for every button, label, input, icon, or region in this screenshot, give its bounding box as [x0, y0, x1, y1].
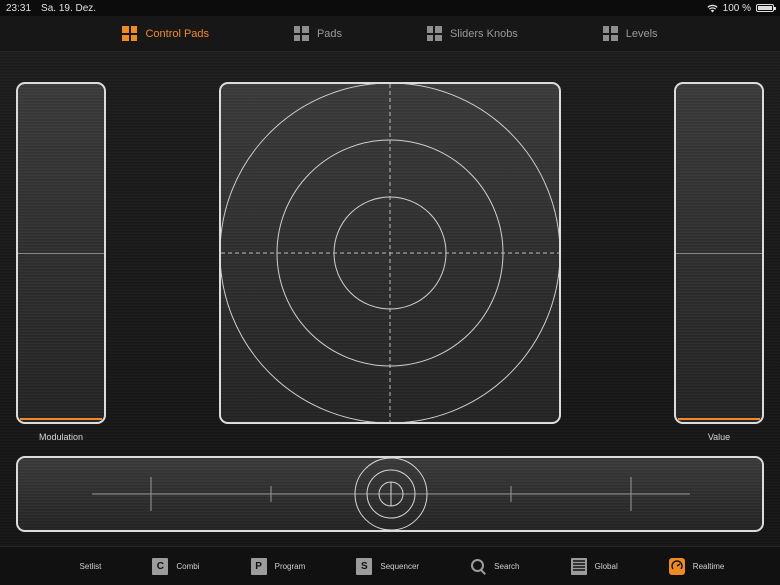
status-bar: 23:31 Sa. 19. Dez. 100 % — [0, 0, 780, 16]
toolbar-combi[interactable]: C Combi — [152, 557, 200, 575]
slider-level-bar — [678, 418, 760, 420]
toolbar-realtime[interactable]: Realtime — [668, 557, 725, 575]
xy-pad[interactable] — [219, 82, 561, 424]
grid-icon — [602, 26, 618, 41]
grid-icon — [426, 26, 442, 41]
tab-label: Sliders Knobs — [449, 27, 518, 40]
value-slider[interactable] — [674, 82, 764, 424]
tab-label: Pads — [316, 27, 343, 40]
tab-label: Levels — [625, 27, 658, 40]
tab-pads[interactable]: Pads — [293, 26, 343, 41]
battery-icon — [756, 4, 776, 12]
combi-icon: C — [152, 557, 169, 575]
tab-levels[interactable]: Levels — [602, 26, 658, 41]
toolbar-global[interactable]: Global — [570, 557, 618, 575]
toolbar-label: Realtime — [692, 561, 725, 571]
sequencer-icon: S — [356, 557, 373, 575]
program-icon: P — [250, 557, 267, 575]
value-label: Value — [707, 432, 731, 442]
control-pads-view: Modulation Value — [0, 52, 780, 546]
toolbar-program[interactable]: P Program — [250, 557, 306, 575]
realtime-icon — [668, 557, 685, 575]
status-right: 100 % — [706, 2, 776, 14]
modulation-slider[interactable] — [16, 82, 106, 424]
toolbar-label: Program — [274, 561, 306, 571]
toolbar-sequencer[interactable]: S Sequencer — [356, 557, 420, 575]
wifi-icon — [706, 4, 718, 12]
slider-level-bar — [20, 418, 102, 420]
slider-center-line — [676, 253, 762, 254]
ribbon-graphic — [92, 458, 690, 530]
grid-icon — [293, 26, 309, 41]
xy-pad-graphic — [221, 84, 559, 422]
ribbon-controller[interactable] — [16, 456, 764, 532]
status-date: Sa. 19. Dez. — [41, 2, 97, 14]
status-time: 23:31 — [6, 2, 32, 14]
grid-icon — [122, 26, 138, 41]
slider-center-line — [18, 253, 104, 254]
grid-icon — [56, 558, 72, 575]
toolbar-search[interactable]: Search — [470, 558, 520, 575]
toolbar-label: Setlist — [79, 561, 102, 571]
global-icon — [570, 557, 587, 575]
bottom-toolbar: Setlist C Combi P Program S Sequencer Se… — [0, 546, 780, 585]
tab-control-pads[interactable]: Control Pads — [122, 26, 209, 41]
toolbar-label: Combi — [176, 561, 200, 571]
search-icon — [470, 558, 486, 575]
toolbar-setlist[interactable]: Setlist — [56, 558, 102, 575]
toolbar-label: Global — [594, 561, 618, 571]
tab-label: Control Pads — [145, 27, 210, 40]
toolbar-label: Search — [494, 561, 520, 571]
modulation-label: Modulation — [38, 432, 84, 442]
tab-sliders-knobs[interactable]: Sliders Knobs — [426, 26, 518, 41]
toolbar-label: Sequencer — [380, 561, 420, 571]
top-navigation: Control Pads Pads Sliders Knobs Levels — [0, 16, 780, 52]
battery-percent: 100 % — [722, 2, 751, 14]
